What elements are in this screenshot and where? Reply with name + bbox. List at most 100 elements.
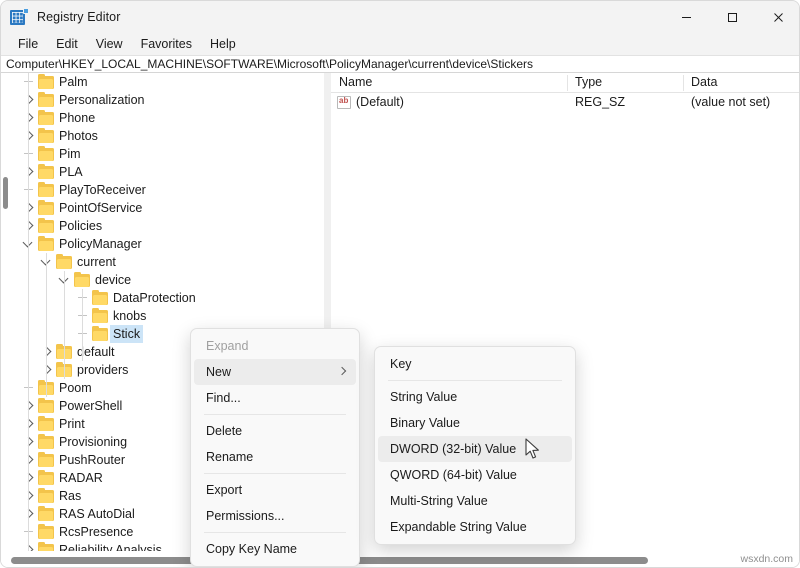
context-menu-item-find[interactable]: Find...	[194, 385, 356, 411]
menu-favorites[interactable]: Favorites	[132, 35, 201, 53]
context-menu-item-separator	[204, 414, 346, 415]
tree-expander[interactable]	[38, 361, 56, 379]
menu-item-label: Copy Key Name	[206, 542, 298, 556]
watermark: wsxdn.com	[740, 553, 793, 565]
menu-help[interactable]: Help	[201, 35, 245, 53]
context-menu-item-expand: Expand	[194, 333, 356, 359]
tree-expander[interactable]	[20, 505, 38, 523]
values-horizontal-scrollbar-thumb[interactable]	[343, 557, 648, 564]
tree-item-label: Poom	[59, 381, 92, 395]
close-button[interactable]	[755, 1, 799, 33]
tree-item-personalization[interactable]: Personalization	[10, 91, 324, 109]
tree-item-pla[interactable]: PLA	[10, 163, 324, 181]
folder-icon	[38, 415, 54, 431]
menu-edit[interactable]: Edit	[47, 35, 87, 53]
submenu-item-key[interactable]: Key	[378, 351, 572, 377]
submenu-item-expandable-string-value[interactable]: Expandable String Value	[378, 514, 572, 540]
tree-item-photos[interactable]: Photos	[10, 127, 324, 145]
tree-expander[interactable]	[20, 235, 38, 253]
menu-view[interactable]: View	[87, 35, 132, 53]
maximize-button[interactable]	[709, 1, 755, 33]
tree-expander[interactable]	[20, 73, 38, 91]
tree-item-playtoreceiver[interactable]: PlayToReceiver	[10, 181, 324, 199]
folder-icon	[92, 325, 108, 341]
tree-item-label: Policies	[59, 219, 103, 233]
menu-item-label: String Value	[390, 390, 458, 404]
tree-expander[interactable]	[20, 469, 38, 487]
submenu-item-string-value[interactable]: String Value	[378, 384, 572, 410]
table-row[interactable]: (Default) REG_SZ (value not set)	[331, 93, 799, 113]
value-name: (Default)	[356, 95, 404, 109]
tree-expander[interactable]	[20, 109, 38, 127]
tree-item-label: PowerShell	[59, 399, 123, 413]
tree-expander[interactable]	[20, 127, 38, 145]
tree-expander[interactable]	[20, 487, 38, 505]
tree-expander[interactable]	[20, 523, 38, 541]
values-horizontal-scrollbar[interactable]	[331, 551, 799, 567]
tree-item-label: DataProtection	[113, 291, 196, 305]
folder-icon	[38, 91, 54, 107]
submenu-item-qword-64-bit-value[interactable]: QWORD (64-bit) Value	[378, 462, 572, 488]
tree-item-knobs[interactable]: knobs	[10, 307, 324, 325]
tree-item-pointofservice[interactable]: PointOfService	[10, 199, 324, 217]
tree-expander[interactable]	[20, 181, 38, 199]
submenu-item-multi-string-value[interactable]: Multi-String Value	[378, 488, 572, 514]
tree-item-label: Ras	[59, 489, 82, 503]
tree-expander[interactable]	[20, 433, 38, 451]
context-menu-item-rename[interactable]: Rename	[194, 444, 356, 470]
folder-icon	[38, 181, 54, 197]
tree-expander[interactable]	[38, 343, 56, 361]
tree-expander[interactable]	[20, 217, 38, 235]
context-menu-item-copy-key-name[interactable]: Copy Key Name	[194, 536, 356, 562]
tree-expander[interactable]	[74, 325, 92, 343]
menu-bar: File Edit View Favorites Help	[1, 33, 799, 55]
menu-item-label: Expandable String Value	[390, 520, 527, 534]
minimize-button[interactable]	[663, 1, 709, 33]
tree-expander[interactable]	[20, 451, 38, 469]
folder-icon	[38, 109, 54, 125]
submenu-item-dword-32-bit-value[interactable]: DWORD (32-bit) Value	[378, 436, 572, 462]
tree-expander[interactable]	[56, 271, 74, 289]
tree-item-current[interactable]: current	[10, 253, 324, 271]
context-menu-item-export[interactable]: Export	[194, 477, 356, 503]
column-header-data[interactable]: Data	[691, 75, 717, 89]
tree-vertical-scrollbar[interactable]	[1, 73, 10, 551]
tree-expander[interactable]	[20, 379, 38, 397]
chevron-right-icon	[337, 366, 347, 376]
context-menu-item-delete[interactable]: Delete	[194, 418, 356, 444]
tree-item-pim[interactable]: Pim	[10, 145, 324, 163]
folder-icon	[38, 73, 54, 89]
folder-icon	[38, 469, 54, 485]
address-bar[interactable]: Computer\HKEY_LOCAL_MACHINE\SOFTWARE\Mic…	[1, 55, 799, 73]
menu-item-label: Expand	[206, 339, 249, 353]
folder-icon	[38, 397, 54, 413]
tree-expander[interactable]	[74, 307, 92, 325]
column-header-type[interactable]: Type	[575, 75, 602, 89]
submenu-item-binary-value[interactable]: Binary Value	[378, 410, 572, 436]
tree-item-label: device	[95, 273, 132, 287]
registry-editor-window: Registry Editor File Edit View Favorites…	[0, 0, 800, 568]
window-controls	[663, 1, 799, 33]
tree-expander[interactable]	[38, 253, 56, 271]
tree-item-policies[interactable]: Policies	[10, 217, 324, 235]
tree-item-palm[interactable]: Palm	[10, 73, 324, 91]
tree-expander[interactable]	[20, 145, 38, 163]
tree-expander[interactable]	[20, 397, 38, 415]
tree-item-device[interactable]: device	[10, 271, 324, 289]
tree-expander[interactable]	[20, 91, 38, 109]
tree-item-label: PolicyManager	[59, 237, 142, 251]
tree-expander[interactable]	[74, 289, 92, 307]
tree-expander[interactable]	[20, 199, 38, 217]
menu-file[interactable]: File	[9, 35, 47, 53]
folder-icon	[38, 451, 54, 467]
folder-icon	[38, 433, 54, 449]
tree-item-policymanager[interactable]: PolicyManager	[10, 235, 324, 253]
tree-expander[interactable]	[20, 163, 38, 181]
context-menu-item-permissions[interactable]: Permissions...	[194, 503, 356, 529]
tree-expander[interactable]	[20, 415, 38, 433]
context-menu-item-new[interactable]: New	[194, 359, 356, 385]
tree-item-dataprotection[interactable]: DataProtection	[10, 289, 324, 307]
tree-vertical-scrollbar-thumb[interactable]	[3, 177, 8, 209]
tree-item-phone[interactable]: Phone	[10, 109, 324, 127]
column-header-name[interactable]: Name	[339, 75, 372, 89]
